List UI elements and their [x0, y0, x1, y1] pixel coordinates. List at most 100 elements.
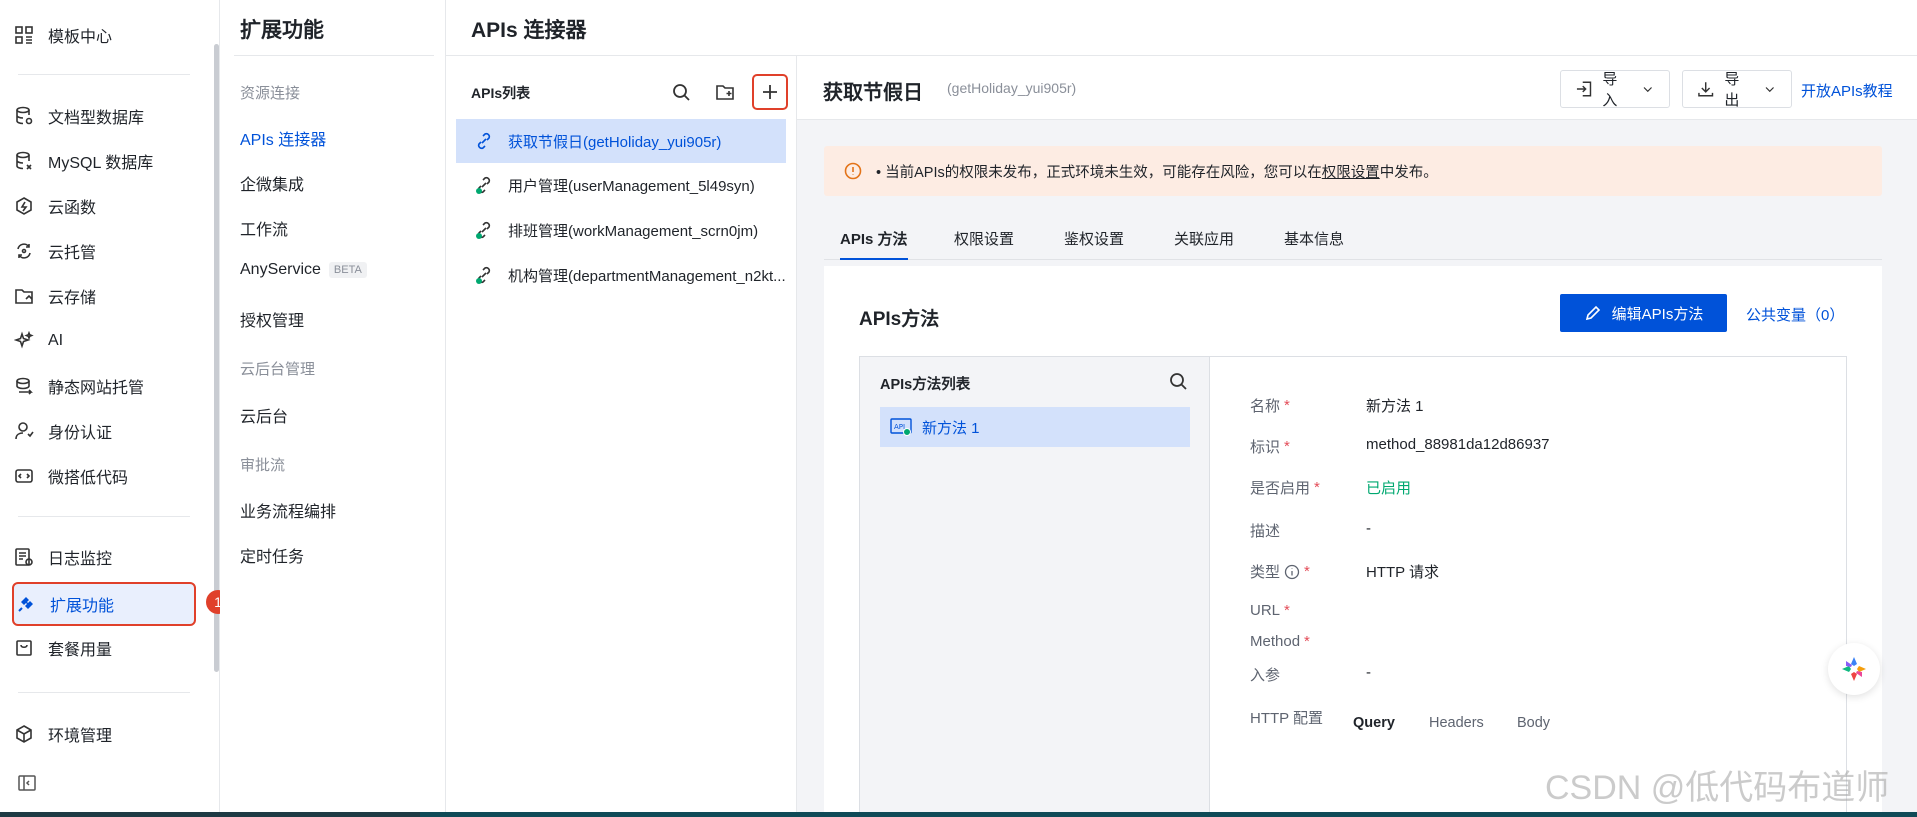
svg-text:API: API	[894, 423, 905, 431]
permission-settings-link[interactable]: 权限设置	[1322, 161, 1380, 182]
sidebar-item-extensions[interactable]: 扩展功能	[12, 582, 196, 626]
subnav-title: 扩展功能	[240, 19, 324, 42]
assistant-float-button[interactable]	[1828, 643, 1880, 695]
sidebar-item-cloud-function[interactable]: 云函数	[14, 185, 194, 227]
tab-linked-apps[interactable]: 关联应用	[1174, 228, 1234, 249]
detail-tabs: APIs 方法 权限设置 鉴权设置 关联应用 基本信息	[824, 218, 1882, 260]
cloud-hosting-icon	[14, 241, 34, 261]
public-variables-link[interactable]: 公共变量（0）	[1746, 304, 1844, 325]
edit-methods-button[interactable]: 编辑APIs方法	[1560, 294, 1727, 332]
sidebar-item-environment[interactable]: 环境管理	[14, 713, 194, 755]
lowcode-icon	[14, 466, 34, 486]
desc-value: -	[1366, 520, 1371, 537]
add-api-button[interactable]	[752, 74, 788, 110]
sidebar-item-cloud-hosting[interactable]: 云托管	[14, 230, 194, 272]
sidebar-scrollbar[interactable]	[214, 44, 219, 672]
sidebar-item-static-hosting[interactable]: 静态网站托管	[14, 365, 194, 407]
api-method-icon: API	[890, 418, 912, 436]
api-name: 用户管理(userManagement_5l49syn)	[508, 177, 755, 195]
api-list-item[interactable]: 排班管理(workManagement_scrn0jm)	[456, 208, 786, 252]
api-list-item[interactable]: 用户管理(userManagement_5l49syn)	[456, 163, 786, 207]
apis-tutorial-link[interactable]: 开放APIs教程	[1801, 80, 1893, 101]
sidebar-item-mysql[interactable]: MySQL 数据库	[14, 140, 194, 182]
methods-panel: APIs方法列表 API 新方法 1 名称 * 新方法 1 标识 * method_…	[859, 356, 1847, 817]
api-list-item[interactable]: 获取节假日(getHoliday_yui905r)	[456, 119, 786, 163]
database-icon	[14, 106, 34, 126]
tab-permissions[interactable]: 权限设置	[954, 228, 1014, 249]
sidebar-item-identity[interactable]: 身份认证	[14, 410, 194, 452]
divider	[234, 55, 434, 56]
method-name: 新方法 1	[922, 419, 980, 437]
sidebar-item-lowcode[interactable]: 微搭低代码	[14, 455, 194, 497]
page-title: APIs 连接器	[471, 19, 587, 42]
url-label: URL *	[1250, 602, 1290, 619]
info-icon	[1284, 564, 1300, 579]
api-name: 机构管理(departmentManagement_n2kt...	[508, 267, 786, 285]
identity-icon	[14, 421, 34, 441]
import-button[interactable]: 导入	[1560, 70, 1670, 109]
sidebar-item-cloud-storage[interactable]: 云存储	[14, 275, 194, 317]
subnav-workflow[interactable]: 工作流	[240, 216, 288, 240]
type-label: 类型 *	[1250, 563, 1310, 581]
api-list-item[interactable]: 机构管理(departmentManagement_n2kt...	[456, 253, 786, 297]
sidebar-item-log-monitor[interactable]: 日志监控	[14, 536, 194, 578]
subnav-cron[interactable]: 定时任务	[240, 543, 304, 567]
subnav-auth[interactable]: 授权管理	[240, 307, 304, 331]
subnav-wecom[interactable]: 企微集成	[240, 171, 304, 195]
apis-list-panel: APIs列表 获取节假日(getHoliday_yui905r) 用户管理(us…	[446, 56, 797, 817]
tab-basic-info[interactable]: 基本信息	[1284, 228, 1344, 249]
api-link-published-icon	[476, 221, 491, 239]
subnav-orchestration[interactable]: 业务流程编排	[240, 498, 336, 522]
subnav-apis-connector[interactable]: APIs 连接器	[240, 126, 326, 150]
methods-card-title: APIs方法	[859, 309, 940, 330]
sidebar-item-package-usage[interactable]: 套餐用量	[14, 627, 194, 669]
sidebar-item-label: 微搭低代码	[48, 470, 129, 487]
edit-methods-label: 编辑APIs方法	[1611, 305, 1704, 323]
sidebar-item-label: 云托管	[48, 245, 97, 262]
sidebar-item-label: 身份认证	[48, 425, 113, 442]
tab-body[interactable]: Body	[1517, 715, 1550, 731]
subnav-anyservice[interactable]: AnyService BETA	[240, 261, 367, 279]
api-detail: 获取节假日 (getHoliday_yui905r) 导入 导出 开放APIs教…	[797, 56, 1917, 817]
sidebar-item-document-db[interactable]: 文档型数据库	[14, 95, 194, 137]
method-list-item[interactable]: API 新方法 1	[880, 407, 1190, 447]
sidebar-item-label: 环境管理	[48, 728, 113, 745]
anyservice-label: AnyService	[240, 261, 321, 278]
id-value: method_88981da12d86937	[1366, 436, 1550, 453]
group-label-backend: 云后台管理	[240, 361, 316, 378]
tab-headers[interactable]: Headers	[1429, 715, 1484, 731]
sidebar-item-label: 文档型数据库	[48, 110, 145, 127]
assistant-icon	[1842, 657, 1866, 681]
api-name: 排班管理(workManagement_scrn0jm)	[508, 222, 759, 240]
collapse-sidebar-icon[interactable]	[18, 774, 36, 792]
subnav-backend[interactable]: 云后台	[240, 403, 288, 427]
extensions-subnav: 扩展功能 资源连接 APIs 连接器 企微集成 工作流 AnyService BE…	[220, 0, 446, 817]
api-link-published-icon	[476, 266, 491, 284]
new-folder-icon[interactable]	[707, 74, 743, 110]
tab-query[interactable]: Query	[1353, 715, 1395, 731]
api-name: 获取节假日(getHoliday_yui905r)	[508, 133, 722, 151]
methods-list-header: APIs方法列表	[880, 377, 971, 393]
package-usage-icon	[14, 638, 34, 658]
params-value: -	[1366, 664, 1371, 681]
methods-card: APIs方法 编辑APIs方法 公共变量（0） APIs方法列表 API 新方法…	[824, 266, 1882, 817]
name-value: 新方法 1	[1366, 398, 1424, 415]
enabled-status: 已启用	[1366, 480, 1412, 497]
sidebar-item-label: MySQL 数据库	[48, 155, 154, 172]
bottom-bar-left	[0, 812, 420, 817]
tab-apis-methods[interactable]: APIs 方法	[840, 228, 908, 260]
group-label-approval: 审批流	[240, 457, 286, 474]
sidebar-item-templates[interactable]: 模板中心	[14, 14, 194, 56]
tab-auth-settings[interactable]: 鉴权设置	[1064, 228, 1124, 249]
export-button[interactable]: 导出	[1682, 70, 1792, 109]
search-icon	[1170, 373, 1187, 390]
divider	[18, 74, 190, 75]
search-icon[interactable]	[663, 74, 699, 110]
divider	[18, 692, 190, 693]
method-form: 名称 * 新方法 1 标识 * method_88981da12d86937 是否启…	[1210, 357, 1846, 817]
desc-label: 描述	[1250, 523, 1281, 540]
sidebar-item-ai[interactable]: AI	[14, 320, 194, 362]
beta-badge: BETA	[328, 261, 367, 278]
ai-sparkle-icon	[14, 331, 34, 351]
sidebar-item-label: 静态网站托管	[48, 380, 145, 397]
